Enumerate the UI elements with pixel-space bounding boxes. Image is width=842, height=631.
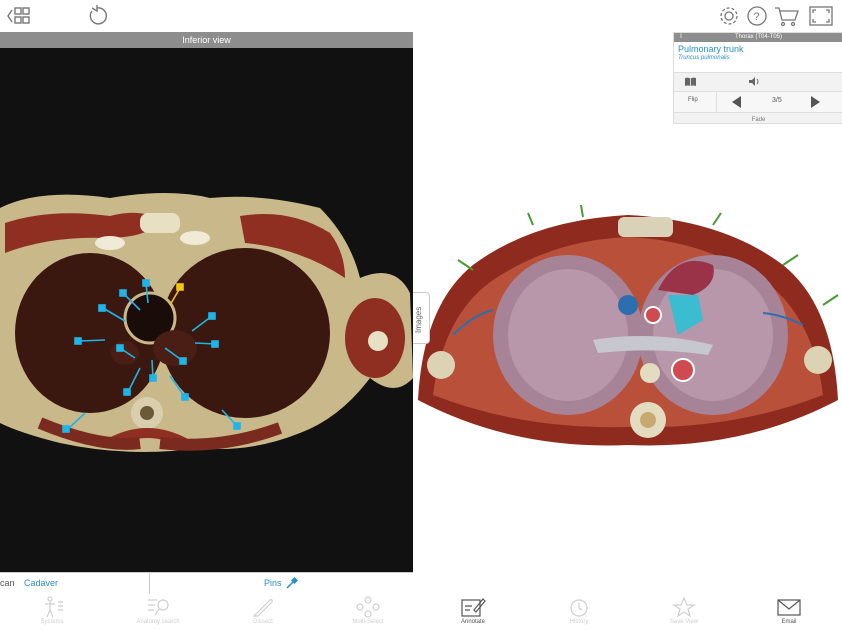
multi-select-button[interactable]: Multi-Select (338, 594, 398, 631)
card-media-row (674, 72, 842, 91)
view-title: Inferior view (0, 32, 413, 48)
star-icon (672, 596, 696, 618)
3d-model-viewport[interactable] (413, 195, 842, 460)
speaker-icon[interactable] (748, 76, 761, 87)
annotate-label: Annotate (460, 619, 486, 625)
cart-icon[interactable] (774, 4, 800, 28)
settings-icon[interactable] (716, 4, 742, 28)
systems-label: Systems (40, 619, 64, 625)
scan-tab[interactable]: can (0, 578, 15, 588)
history-button[interactable]: History (549, 594, 609, 631)
cadaver-section-image[interactable] (0, 48, 413, 573)
structure-info-card: ⦀ Thorax (T04-T05) Pulmonary trunk Trunc… (673, 32, 842, 124)
region-label: Thorax (T04-T05) (734, 34, 782, 40)
card-header: ⦀ Thorax (T04-T05) (674, 33, 842, 42)
reset-icon[interactable] (84, 4, 110, 28)
divider (149, 573, 150, 594)
annotate-button[interactable]: Annotate (443, 594, 503, 631)
previous-arrow-icon[interactable] (730, 95, 744, 109)
systems-button[interactable]: Systems (22, 594, 82, 631)
dissect-label: Dissect (253, 619, 273, 625)
multi-select-icon (356, 596, 380, 618)
fade-button[interactable]: Fade (674, 112, 842, 127)
help-icon[interactable]: ? (744, 4, 770, 28)
grid-back-icon[interactable] (6, 4, 32, 28)
divider (716, 92, 717, 112)
anatomy-search-button[interactable]: Anatomy search (128, 594, 188, 631)
book-icon[interactable] (684, 76, 697, 87)
scalpel-icon (252, 599, 273, 617)
cadaver-tab[interactable]: Cadaver (24, 578, 58, 588)
body-icon (45, 596, 63, 618)
email-icon (777, 599, 801, 616)
fullscreen-icon[interactable] (808, 4, 834, 28)
dissect-button[interactable]: Dissect (233, 594, 293, 631)
images-tab[interactable]: Images (413, 292, 430, 344)
pin-icon[interactable] (285, 576, 299, 590)
pins-button[interactable]: Pins (264, 578, 282, 588)
flip-button[interactable]: Flip (688, 97, 698, 103)
card-navigation: Flip 3/5 (674, 91, 842, 112)
next-arrow-icon[interactable] (808, 95, 822, 109)
save-view-label: Save View (669, 619, 699, 625)
view-mode-bar: can Cadaver Pins (0, 572, 413, 594)
email-button[interactable]: Email (759, 594, 819, 631)
anatomy-search-label: Anatomy search (136, 619, 180, 625)
history-label: History (569, 619, 589, 625)
search-list-icon (148, 599, 169, 616)
structure-name[interactable]: Pulmonary trunk (678, 44, 839, 54)
collapse-icon[interactable]: ⦀ (678, 34, 684, 40)
history-icon (570, 599, 588, 617)
email-label: Email (781, 619, 797, 625)
cadaver-image-panel: Inferior view can Cadaver Pins (0, 32, 413, 594)
annotate-icon (461, 598, 486, 617)
svg-text:?: ? (754, 11, 760, 23)
images-tab-label: Images (414, 306, 423, 333)
multi-select-label: Multi-Select (352, 619, 384, 625)
latin-name: Truncus pulmonalis (678, 55, 730, 61)
save-view-button[interactable]: Save View (654, 594, 714, 631)
page-counter: 3/5 (772, 97, 782, 104)
structure-term: Pulmonary trunk Truncus pulmonalis (674, 42, 842, 72)
